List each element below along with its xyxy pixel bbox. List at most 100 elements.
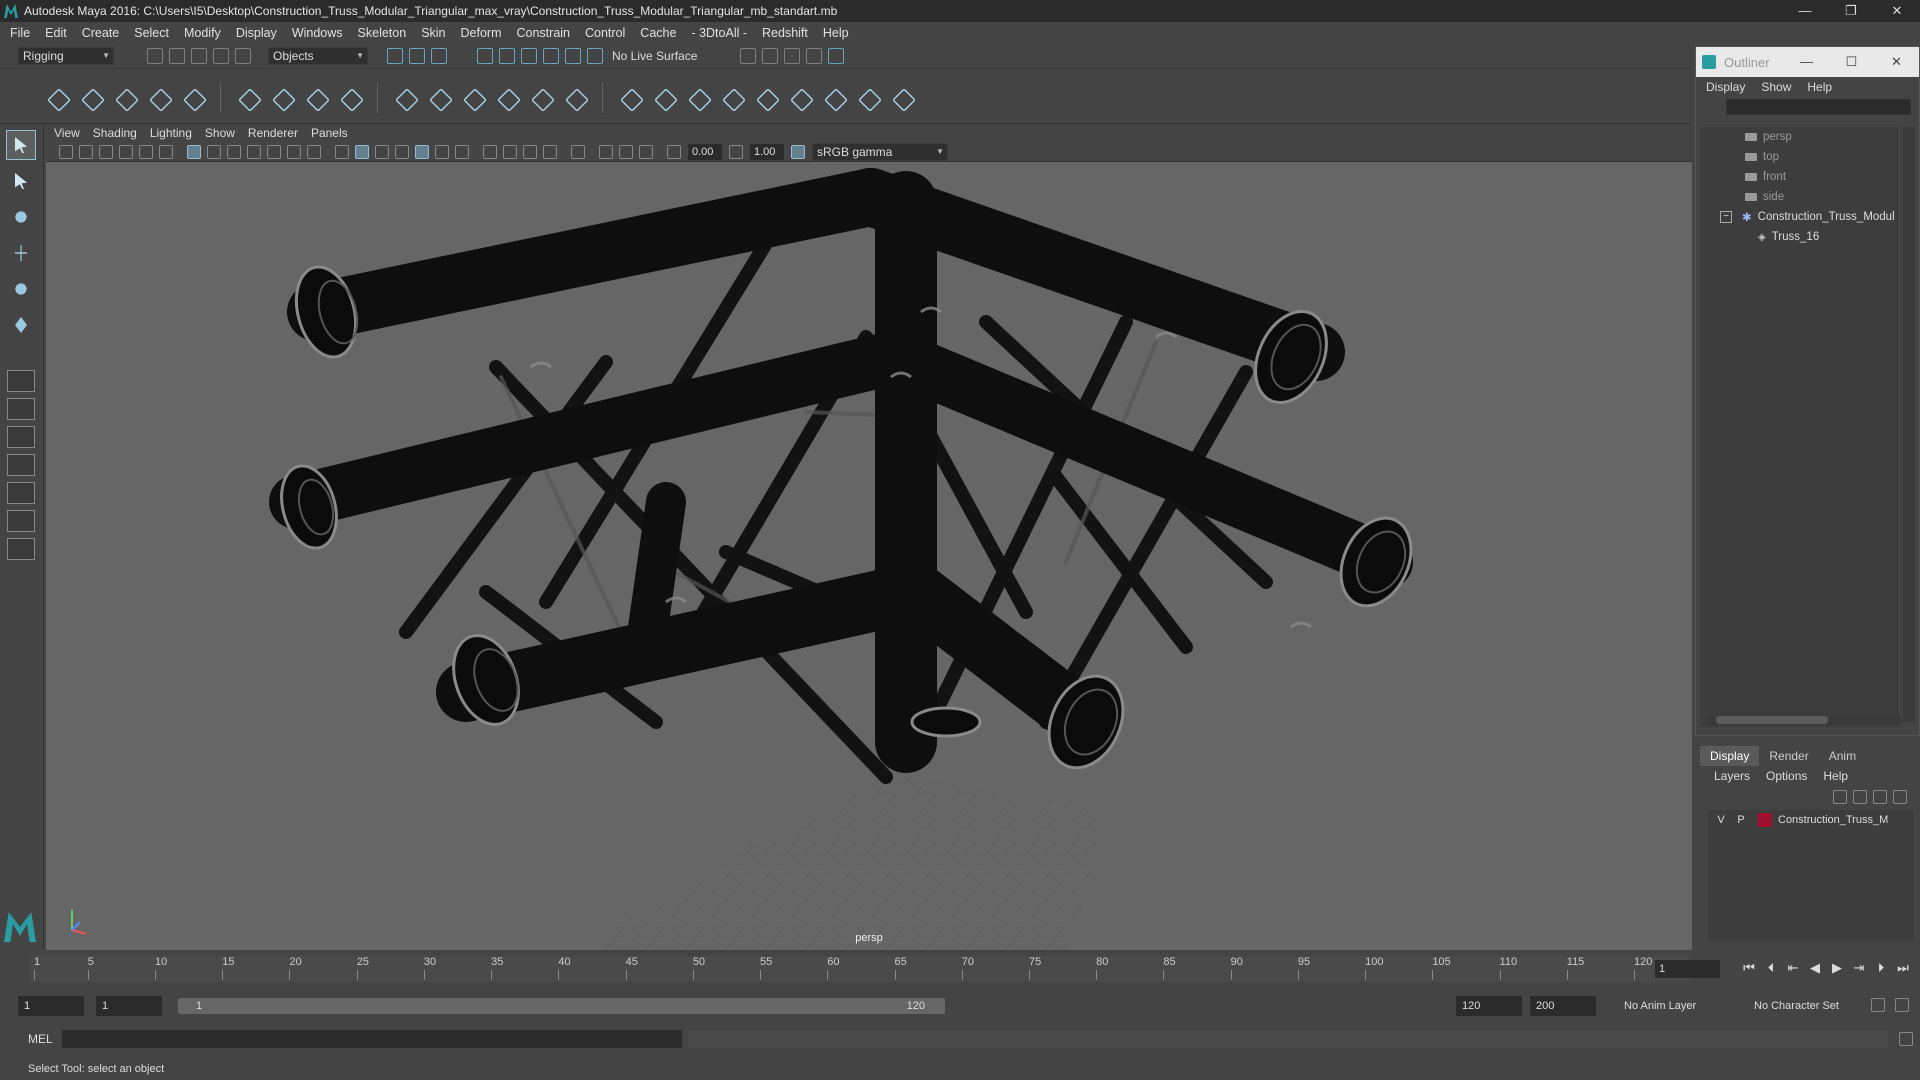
safe-action-icon[interactable] [287, 144, 301, 159]
outliner-horizontal-scrollbar[interactable] [1706, 715, 1901, 725]
isolate-select-icon[interactable] [571, 144, 585, 159]
menu-deform[interactable]: Deform [461, 26, 502, 40]
color-management-icon[interactable] [791, 144, 805, 159]
ik-handle-icon[interactable] [78, 85, 104, 111]
aim-constraint-icon[interactable] [426, 85, 452, 111]
textured-icon[interactable] [415, 144, 429, 159]
anim-layer-dropdown[interactable]: No Anim Layer [1618, 996, 1736, 1016]
select-by-component-icon[interactable] [431, 48, 447, 64]
panel-menu-view[interactable]: View [54, 126, 80, 140]
menu-control[interactable]: Control [585, 26, 625, 40]
xray-active-components-icon[interactable] [619, 144, 633, 159]
playback-start-field[interactable]: 1 [96, 996, 162, 1016]
layers-menu-options[interactable]: Options [1766, 769, 1807, 783]
orient-constraint-icon[interactable] [460, 85, 486, 111]
select-camera-icon[interactable] [59, 144, 73, 159]
cube-effector-icon[interactable] [685, 85, 711, 111]
menu-windows[interactable]: Windows [292, 26, 343, 40]
tab-anim[interactable]: Anim [1819, 746, 1866, 766]
gamma-icon[interactable] [729, 144, 743, 159]
snap-to-point-icon[interactable] [521, 48, 537, 64]
select-by-object-type-icon[interactable] [409, 48, 425, 64]
close-button[interactable]: ✕ [1874, 0, 1920, 22]
smooth-shade-icon[interactable] [355, 144, 369, 159]
parent-constraint-icon[interactable] [528, 85, 554, 111]
outliner-persp-layout-icon[interactable] [7, 454, 35, 476]
two-pane-layout-icon[interactable] [7, 426, 35, 448]
outliner-menu-display[interactable]: Display [1706, 80, 1745, 94]
selection-mask-dropdown[interactable]: Objects [268, 47, 368, 65]
perspective-viewport[interactable]: persp [46, 162, 1692, 950]
current-frame-field[interactable]: 1 [1655, 960, 1720, 978]
tree-item-top[interactable]: top [1700, 147, 1898, 167]
menu-skin[interactable]: Skin [421, 26, 445, 40]
step-back-key-icon[interactable]: ⇤ [1782, 960, 1804, 976]
wireframe-on-shaded-icon[interactable] [395, 144, 409, 159]
step-forward-icon[interactable]: ⏵ [1870, 960, 1892, 976]
select-by-hierarchy-icon[interactable] [387, 48, 403, 64]
bookmark-icon[interactable] [99, 144, 113, 159]
paint-select-tool-icon[interactable] [6, 202, 36, 232]
paint-weights-icon[interactable] [787, 85, 813, 111]
outliner-maximize-button[interactable]: ☐ [1829, 47, 1874, 77]
grid-icon[interactable] [187, 144, 201, 159]
script-editor-icon[interactable] [1899, 1032, 1913, 1046]
tree-item-truss-16[interactable]: ◈ Truss_16 [1700, 227, 1898, 247]
layer-visibility-toggle[interactable]: V [1714, 814, 1728, 826]
pole-vector-icon[interactable] [562, 85, 588, 111]
depth-of-field-icon[interactable] [543, 144, 557, 159]
live-surface-label[interactable]: No Live Surface [612, 49, 697, 63]
move-layer-down-icon[interactable] [1853, 790, 1867, 804]
hypershade-layout-icon[interactable] [7, 510, 35, 532]
point-constraint-icon[interactable] [392, 85, 418, 111]
exposure-icon[interactable] [667, 144, 681, 159]
outliner-menu-help[interactable]: Help [1807, 80, 1832, 94]
animation-end-field[interactable]: 200 [1530, 996, 1596, 1016]
gamma-field[interactable]: 1.00 [750, 143, 784, 160]
layers-menu-help[interactable]: Help [1823, 769, 1848, 783]
use-all-lights-icon[interactable] [435, 144, 449, 159]
single-pane-layout-icon[interactable] [7, 370, 35, 392]
render-icon[interactable] [855, 85, 881, 111]
panel-menu-renderer[interactable]: Renderer [248, 126, 298, 140]
four-pane-layout-icon[interactable] [7, 398, 35, 420]
step-forward-key-icon[interactable]: ⇥ [1848, 960, 1870, 976]
animation-start-field[interactable]: 1 [18, 996, 84, 1016]
menu-set-dropdown[interactable]: Rigging [18, 47, 114, 65]
menu-create[interactable]: Create [82, 26, 120, 40]
panel-menu-shading[interactable]: Shading [93, 126, 137, 140]
tree-item-persp[interactable]: persp [1700, 127, 1898, 147]
character-set-dropdown[interactable]: No Character Set [1748, 996, 1866, 1016]
mel-label[interactable]: MEL [28, 1032, 53, 1046]
safe-title-icon[interactable] [307, 144, 321, 159]
tab-render[interactable]: Render [1759, 746, 1818, 766]
outliner-vertical-scrollbar[interactable] [1903, 127, 1915, 722]
lasso-tool-icon[interactable] [6, 166, 36, 196]
camera-attributes-icon[interactable] [79, 144, 93, 159]
xray-icon[interactable] [599, 144, 613, 159]
menu-cache[interactable]: Cache [640, 26, 676, 40]
maximize-button[interactable]: ❐ [1828, 0, 1874, 22]
range-bar[interactable]: 1 120 [178, 998, 945, 1014]
insert-joint-icon[interactable] [146, 85, 172, 111]
2d-pan-zoom-icon[interactable] [139, 144, 153, 159]
default-material-icon[interactable] [375, 144, 389, 159]
custom-layout-icon[interactable] [7, 538, 35, 560]
wireframe-icon[interactable] [335, 144, 349, 159]
minimize-button[interactable]: — [1782, 0, 1828, 22]
maya-tool-icon[interactable] [719, 85, 745, 111]
menu-display[interactable]: Display [236, 26, 277, 40]
animation-preferences-icon[interactable] [1895, 998, 1909, 1012]
undo-icon[interactable] [213, 48, 229, 64]
resolution-gate-icon[interactable] [227, 144, 241, 159]
smooth-skin-icon[interactable] [269, 85, 295, 111]
grease-pencil-icon[interactable] [159, 144, 173, 159]
image-plane-icon[interactable] [119, 144, 133, 159]
multisample-aa-icon[interactable] [523, 144, 537, 159]
xray-joints-icon[interactable] [639, 144, 653, 159]
view-transform-dropdown[interactable]: sRGB gamma [812, 142, 948, 161]
field-chart-icon[interactable] [267, 144, 281, 159]
ik-spline-icon[interactable] [112, 85, 138, 111]
menu-skeleton[interactable]: Skeleton [358, 26, 407, 40]
menu-modify[interactable]: Modify [184, 26, 221, 40]
